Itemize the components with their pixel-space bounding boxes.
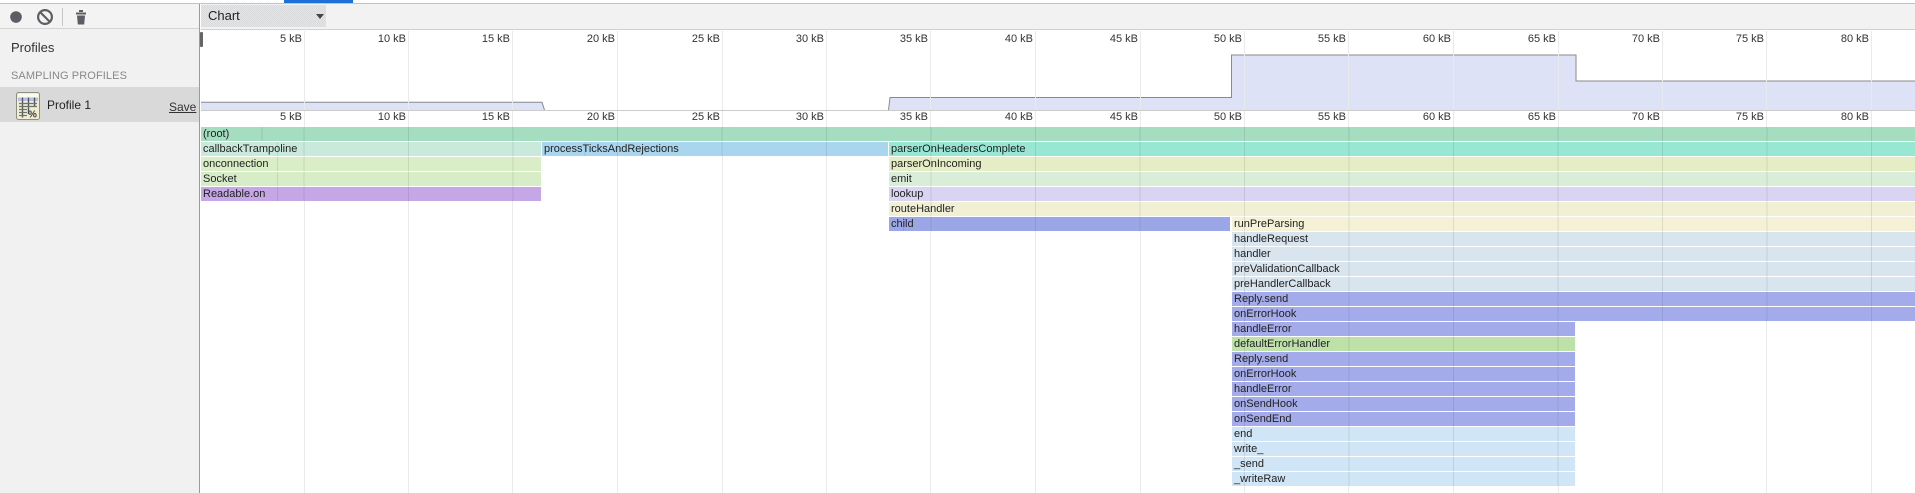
- svg-text:%: %: [28, 110, 37, 121]
